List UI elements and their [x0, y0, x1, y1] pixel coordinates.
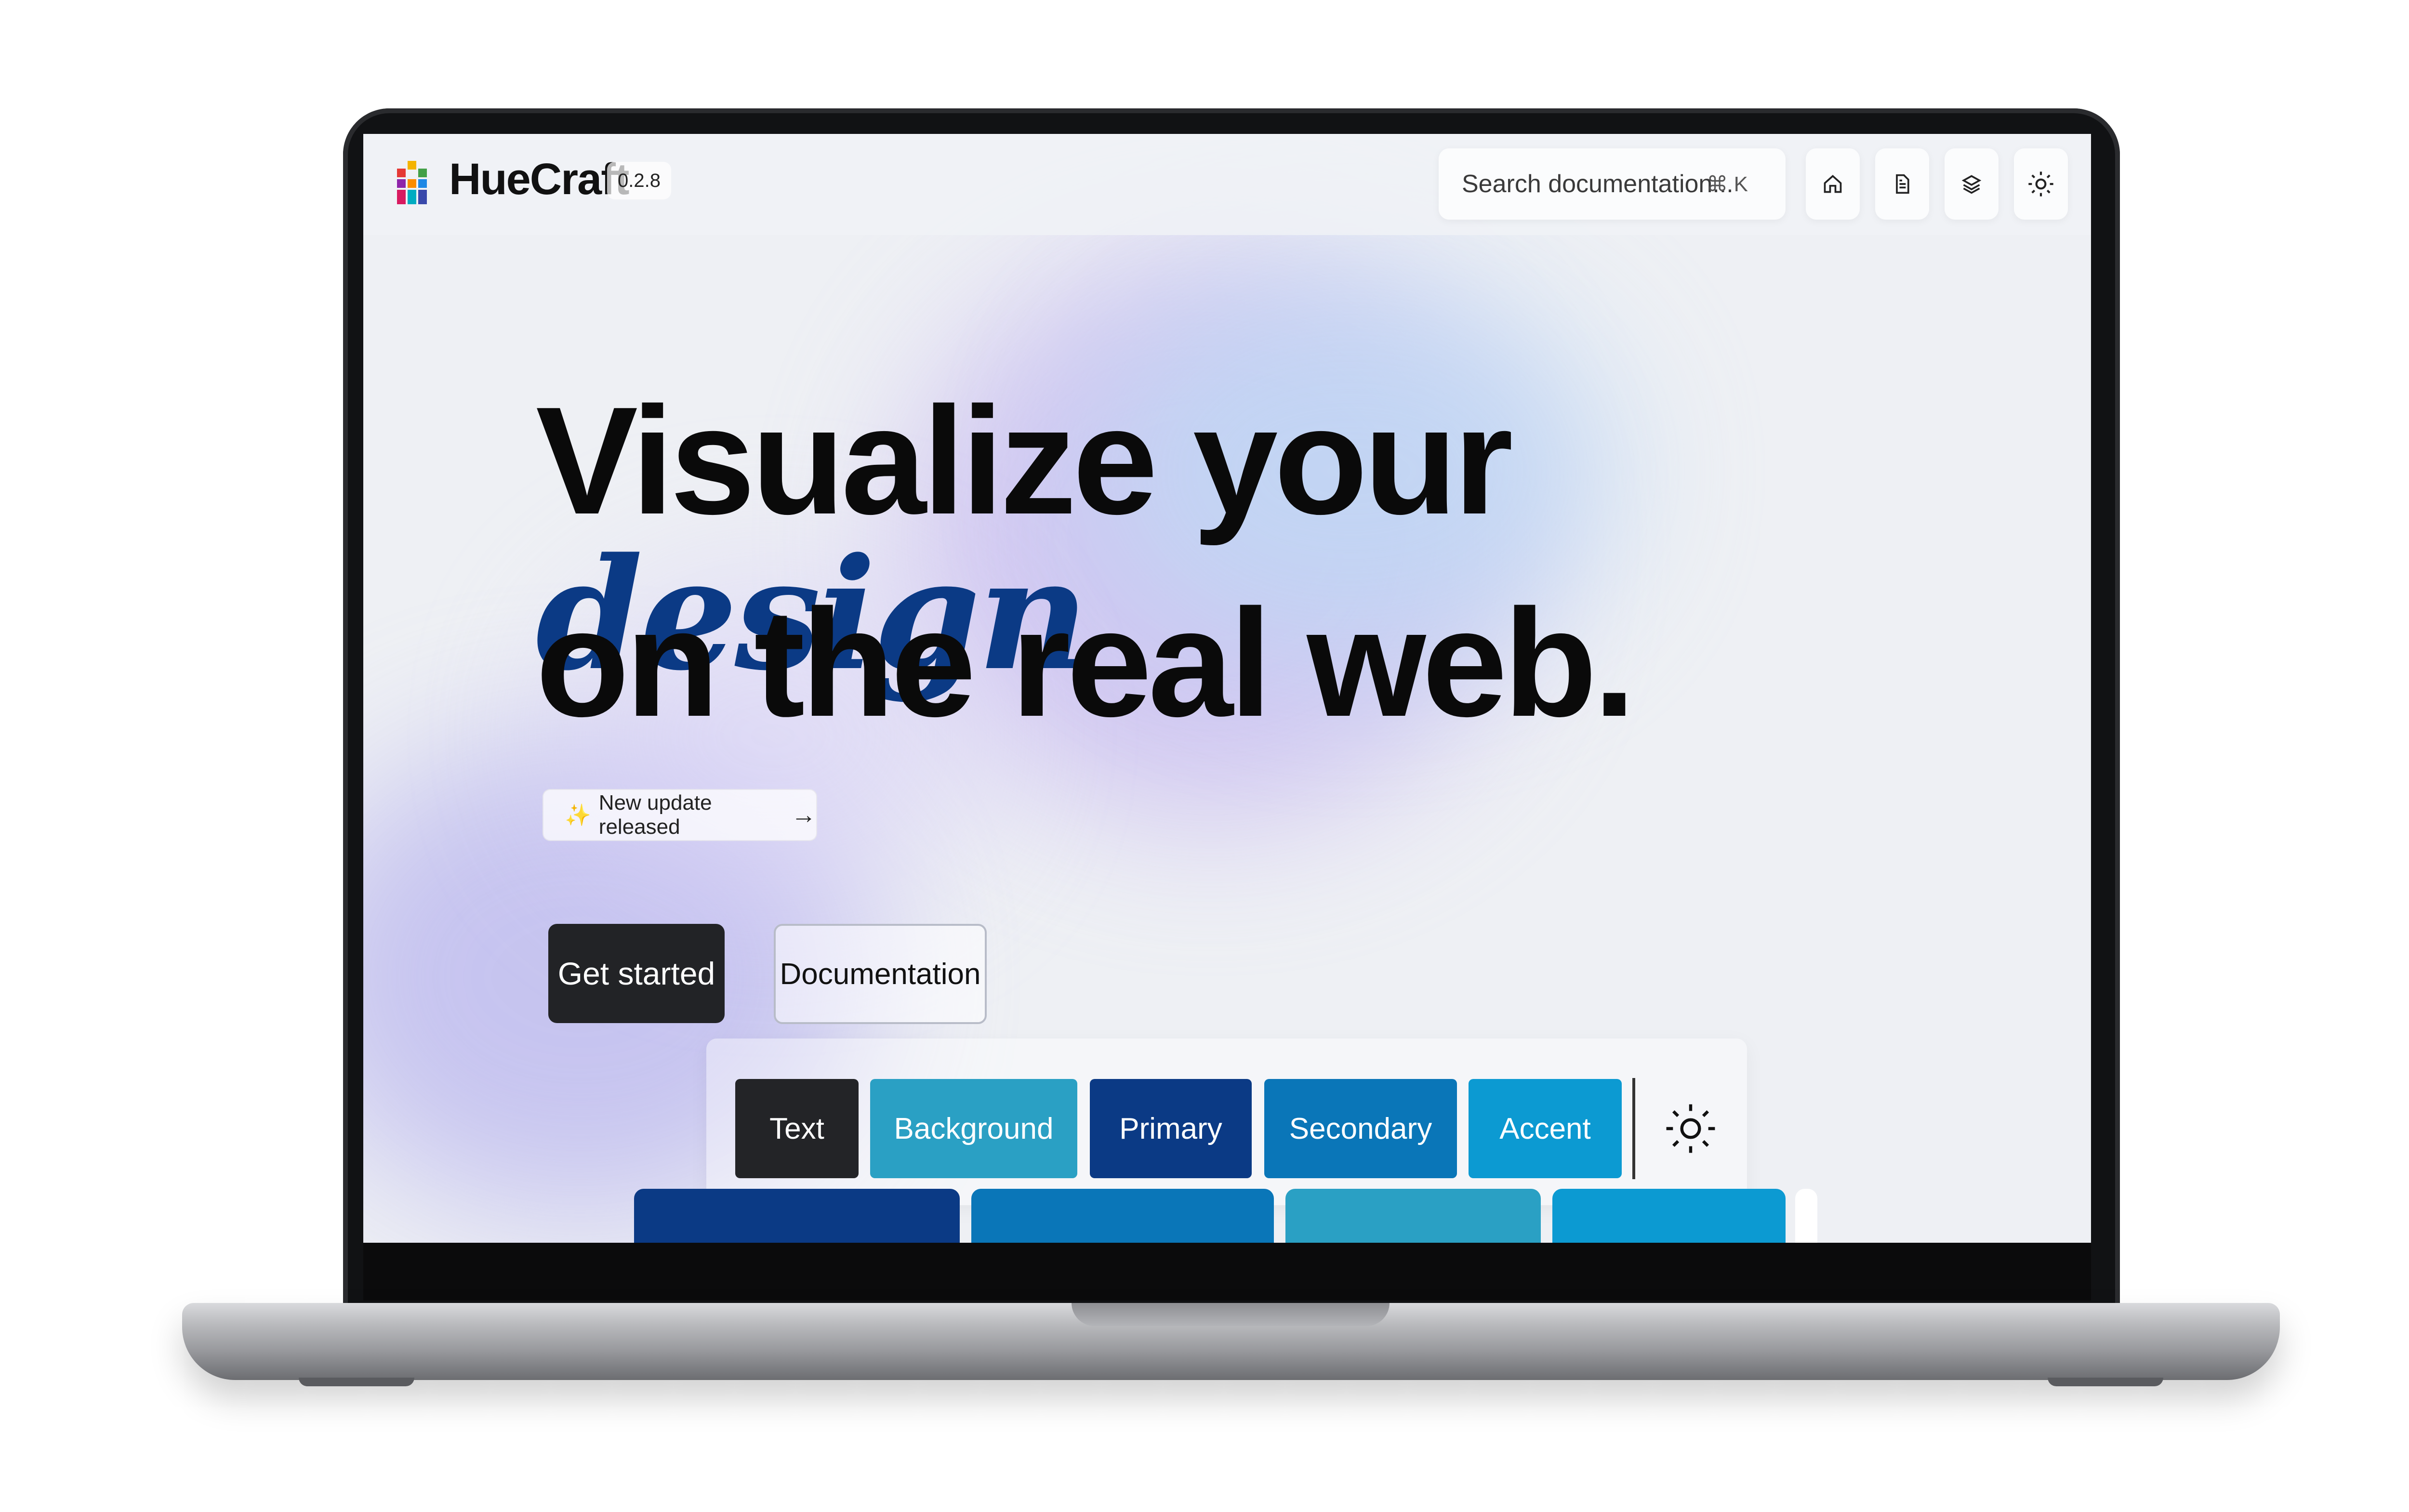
palette-chip-background[interactable]: Background	[870, 1079, 1077, 1178]
update-announcement-pill[interactable]: ✨ New update released →	[543, 789, 817, 841]
sun-icon	[1666, 1104, 1715, 1153]
update-pill-label: New update released	[598, 791, 712, 839]
palette-theme-toggle[interactable]	[1655, 1092, 1727, 1165]
preview-strip-primary	[634, 1189, 960, 1243]
top-navbar: HueCraft 0.2.8 Search documentation... ⌘…	[363, 134, 2091, 235]
hero-headline-prefix: Visualize your	[536, 375, 1513, 546]
palette-chip-text[interactable]: Text	[735, 1079, 859, 1178]
palette-divider	[1632, 1078, 1635, 1179]
search-shortcut-hint: ⌘ K	[1707, 172, 1748, 196]
laptop-foot-left	[299, 1378, 414, 1386]
laptop-screen: HueCraft 0.2.8 Search documentation... ⌘…	[363, 134, 2091, 1243]
laptop-screen-chin	[363, 1243, 2091, 1301]
palette-chip-accent[interactable]: Accent	[1469, 1079, 1622, 1178]
home-icon	[1824, 175, 1842, 193]
preview-strip-background	[1285, 1189, 1541, 1243]
huecraft-logo-icon	[397, 161, 427, 204]
laptop-hinge-notch	[1072, 1303, 1390, 1326]
laptop-foot-right	[2048, 1378, 2163, 1386]
home-button[interactable]	[1806, 148, 1860, 220]
screenshot-stage: HueCraft 0.2.8 Search documentation... ⌘…	[0, 0, 2409, 1512]
search-input[interactable]: Search documentation... ⌘ K	[1439, 148, 1786, 220]
document-icon	[1896, 174, 1909, 194]
layers-button[interactable]	[1945, 148, 1999, 220]
sun-icon	[2028, 171, 2053, 197]
brand-name[interactable]: HueCraft	[449, 154, 629, 205]
hero-headline-line-2: on the real web.	[536, 578, 1636, 749]
layers-icon	[1961, 175, 1982, 194]
search-placeholder: Search documentation...	[1462, 170, 1734, 198]
preview-strip-light	[1795, 1189, 1817, 1243]
palette-chip-primary[interactable]: Primary	[1090, 1079, 1252, 1178]
sparkle-icon: ✨	[565, 803, 591, 827]
docs-button[interactable]	[1875, 148, 1929, 220]
theme-toggle-button[interactable]	[2014, 148, 2068, 220]
arrow-right-icon: →	[791, 801, 816, 829]
documentation-button[interactable]: Documentation	[774, 924, 987, 1024]
version-badge: 0.2.8	[607, 162, 671, 199]
preview-strip-secondary	[971, 1189, 1274, 1243]
palette-chip-secondary[interactable]: Secondary	[1264, 1079, 1457, 1178]
get-started-button[interactable]: Get started	[548, 924, 725, 1023]
preview-strip-accent	[1552, 1189, 1786, 1243]
